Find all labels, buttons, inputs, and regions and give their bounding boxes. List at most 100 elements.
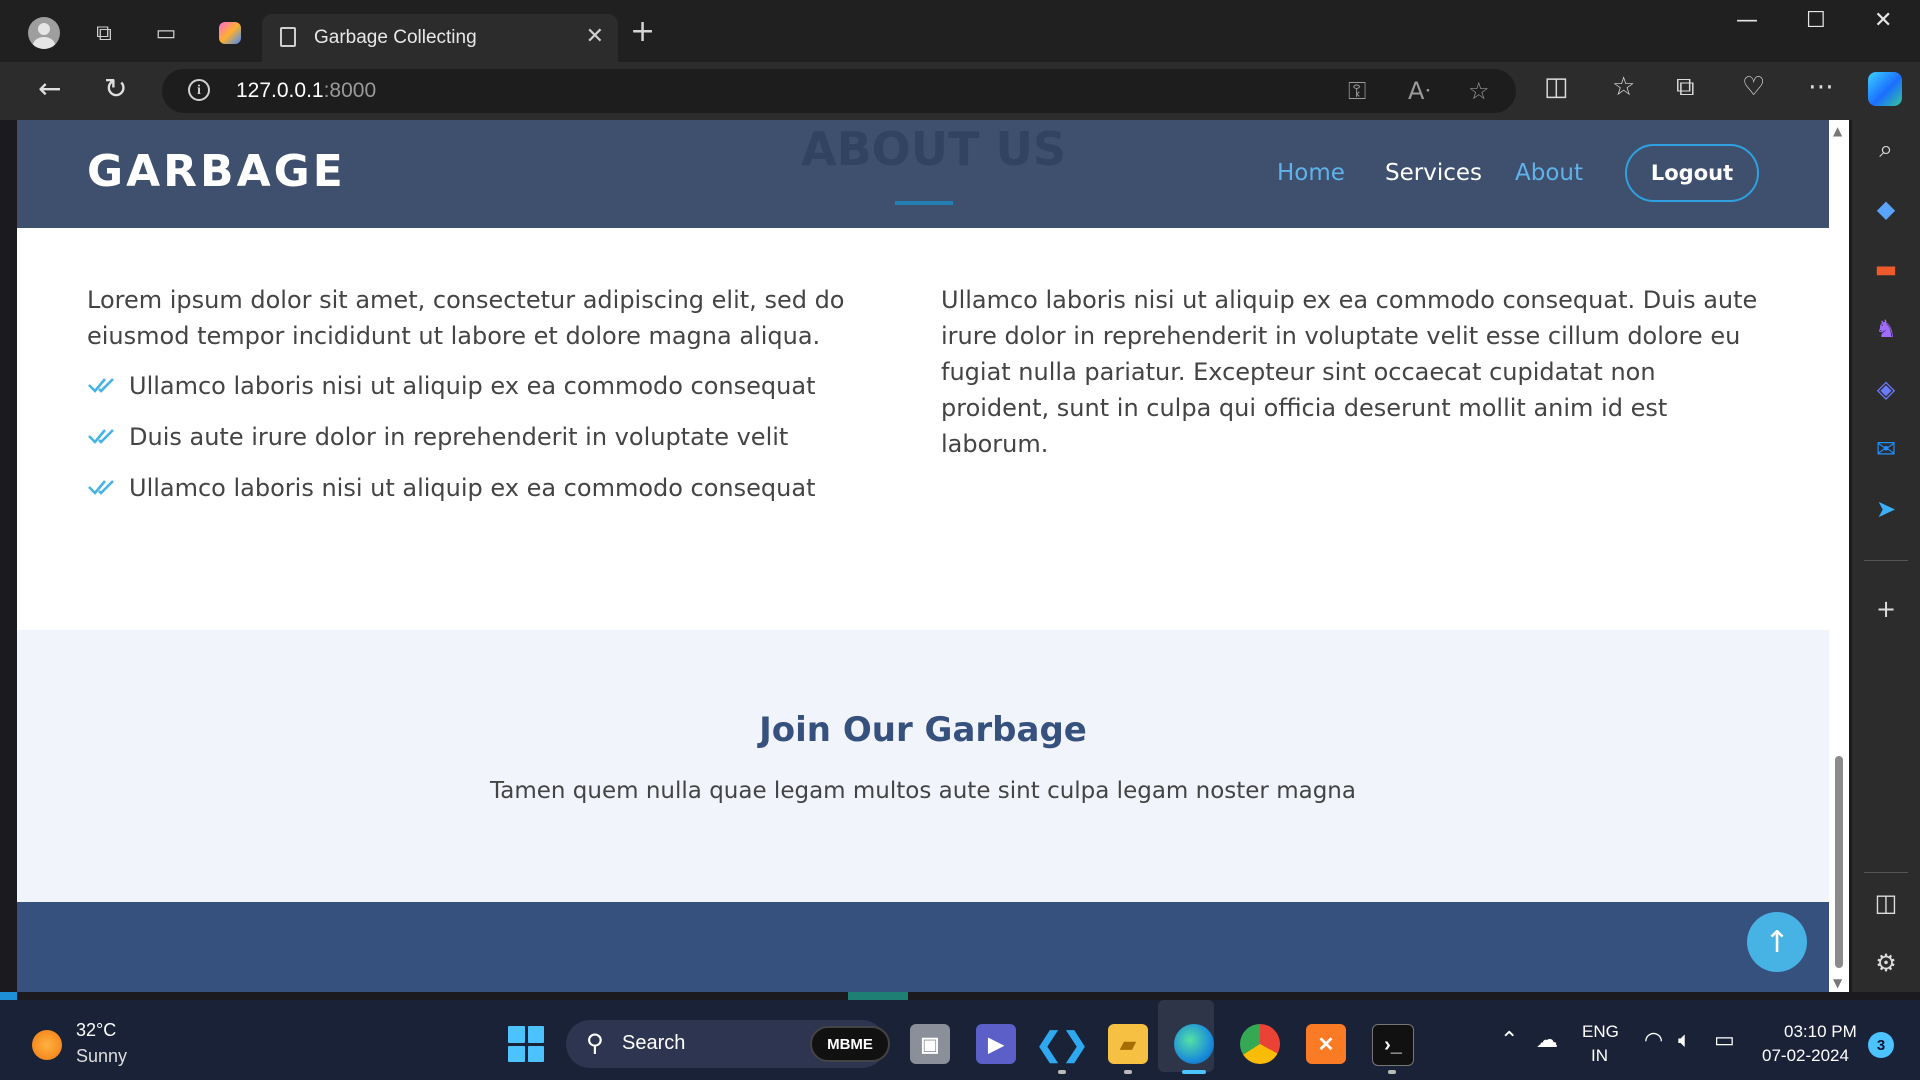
copilot-icon[interactable] bbox=[210, 13, 250, 53]
add-icon[interactable]: + bbox=[1869, 592, 1903, 626]
search-icon[interactable]: ⌕ bbox=[1869, 132, 1903, 166]
list-item-text: Ullamco laboris nisi ut aliquip ex ea co… bbox=[129, 474, 816, 502]
favorites-icon[interactable]: ☆ bbox=[1612, 72, 1635, 102]
battery-icon[interactable]: ▭ bbox=[1714, 1028, 1735, 1053]
outlook-icon[interactable]: ✉ bbox=[1869, 432, 1903, 466]
vertical-tabs-icon[interactable]: ▭ bbox=[146, 13, 186, 53]
wifi-icon[interactable]: ◠ bbox=[1644, 1028, 1663, 1053]
file-explorer-icon[interactable]: ▰ bbox=[1108, 1024, 1148, 1064]
weather-condition[interactable]: Sunny bbox=[76, 1046, 127, 1067]
onedrive-icon[interactable]: ☁ bbox=[1536, 1028, 1558, 1053]
settings-icon[interactable]: ⚙ bbox=[1869, 946, 1903, 980]
url-port: :8000 bbox=[323, 79, 377, 102]
url-host: 127.0.0.1 bbox=[236, 79, 324, 102]
scroll-up-icon[interactable]: ▲ bbox=[1833, 124, 1842, 138]
toolbox-icon[interactable]: ▬ bbox=[1869, 252, 1903, 286]
check-list: Ullamco laboris nisi ut aliquip ex ea co… bbox=[87, 368, 917, 506]
browser-toolbar: ← ↻ i 127.0.0.1:8000 ⚿ Aᐧ ☆ ◫ ☆ ⧉ ♡ ⋯ bbox=[0, 62, 1920, 120]
browser-tab[interactable]: Garbage Collecting ✕ bbox=[262, 14, 618, 62]
arrow-up-icon: ↑ bbox=[1764, 924, 1790, 960]
start-button[interactable] bbox=[508, 1026, 544, 1062]
clock-time[interactable]: 03:10 PM bbox=[1784, 1022, 1857, 1042]
vscode-icon[interactable]: ❮❯ bbox=[1035, 1024, 1089, 1064]
new-tab-icon[interactable]: + bbox=[630, 14, 655, 49]
language-primary[interactable]: ENG bbox=[1582, 1022, 1619, 1042]
double-check-icon bbox=[88, 480, 114, 495]
site-header: GARBAGE ABOUT US Home Services About Log… bbox=[17, 120, 1829, 228]
app-running-indicator bbox=[1388, 1070, 1396, 1074]
edge-taskbar-slot[interactable] bbox=[1158, 1000, 1224, 1080]
refresh-icon[interactable]: ↻ bbox=[104, 72, 127, 105]
more-icon[interactable]: ⋯ bbox=[1808, 72, 1834, 102]
list-item: Duis aute irure dolor in reprehenderit i… bbox=[87, 419, 917, 455]
mbme-badge[interactable]: MBME bbox=[810, 1026, 890, 1062]
nav-home[interactable]: Home bbox=[1277, 160, 1345, 186]
back-icon[interactable]: ← bbox=[38, 72, 61, 105]
minimize-icon[interactable]: — bbox=[1736, 8, 1758, 33]
list-item: Ullamco laboris nisi ut aliquip ex ea co… bbox=[87, 368, 917, 404]
list-item-text: Duis aute irure dolor in reprehenderit i… bbox=[129, 423, 789, 451]
heading-underline bbox=[895, 201, 953, 205]
notification-badge[interactable]: 3 bbox=[1868, 1032, 1894, 1058]
nav-services[interactable]: Services bbox=[1385, 160, 1482, 186]
health-icon[interactable]: ♡ bbox=[1742, 72, 1765, 102]
volume-icon[interactable]: 🔈︎ bbox=[1678, 1028, 1691, 1053]
tag-icon[interactable]: ◆ bbox=[1869, 192, 1903, 226]
copilot-sidebar-icon[interactable] bbox=[1868, 72, 1902, 106]
close-icon[interactable]: ✕ bbox=[586, 24, 604, 49]
page-scrollbar[interactable]: ▲ ▼ bbox=[1829, 120, 1849, 992]
search-icon: ⚲ bbox=[586, 1029, 604, 1057]
site-logo[interactable]: GARBAGE bbox=[87, 146, 346, 197]
app-running-indicator bbox=[1124, 1070, 1132, 1074]
edge-sidebar: ⌕ ◆ ▬ ♞ ◈ ✉ ➤ + ◫ ⚙ bbox=[1852, 120, 1920, 992]
taskbar: 32°C Sunny ⚲ Search MBME ▣ ▶ ❮❯ ▰ ✕ ›_ ⌃… bbox=[0, 1000, 1920, 1080]
terminal-icon[interactable]: ›_ bbox=[1372, 1024, 1414, 1066]
key-icon[interactable]: ⚿ bbox=[1348, 77, 1366, 105]
task-view-icon[interactable]: ▣ bbox=[910, 1024, 950, 1064]
chrome-icon[interactable] bbox=[1240, 1024, 1280, 1064]
search-label: Search bbox=[622, 1032, 686, 1054]
weather-temperature[interactable]: 32°C bbox=[76, 1020, 116, 1041]
scroll-down-icon[interactable]: ▼ bbox=[1833, 976, 1842, 990]
list-item-text: Ullamco laboris nisi ut aliquip ex ea co… bbox=[129, 372, 816, 400]
logout-button[interactable]: Logout bbox=[1625, 144, 1759, 202]
tab-title: Garbage Collecting bbox=[314, 27, 477, 48]
split-screen-icon[interactable]: ◫ bbox=[1544, 72, 1569, 102]
nav-about[interactable]: About bbox=[1515, 160, 1583, 186]
collections-icon[interactable]: ⧉ bbox=[1676, 72, 1695, 103]
desktop-strip bbox=[0, 992, 17, 1000]
star-icon[interactable]: ☆ bbox=[1468, 77, 1490, 105]
clock-date[interactable]: 07-02-2024 bbox=[1762, 1046, 1849, 1066]
list-item: Ullamco laboris nisi ut aliquip ex ea co… bbox=[87, 470, 917, 506]
url-text[interactable]: 127.0.0.1:8000 bbox=[236, 79, 376, 103]
sidebar-divider bbox=[1864, 872, 1908, 873]
games-icon[interactable]: ♞ bbox=[1869, 312, 1903, 346]
title-bar: ⧉ ▭ Garbage Collecting ✕ + — ☐ ✕ bbox=[0, 0, 1920, 62]
chevron-up-icon[interactable]: ⌃ bbox=[1500, 1028, 1518, 1053]
window-close-icon[interactable]: ✕ bbox=[1874, 8, 1892, 33]
sidebar-toggle-icon[interactable]: ◫ bbox=[1869, 886, 1903, 920]
scrollbar-thumb[interactable] bbox=[1835, 756, 1843, 968]
send-icon[interactable]: ➤ bbox=[1869, 492, 1903, 526]
profile-button[interactable] bbox=[24, 13, 64, 53]
read-aloud-icon[interactable]: Aᐧ bbox=[1408, 77, 1431, 105]
address-bar[interactable]: i 127.0.0.1:8000 ⚿ Aᐧ ☆ bbox=[162, 69, 1516, 113]
maximize-icon[interactable]: ☐ bbox=[1806, 8, 1826, 33]
info-icon[interactable]: i bbox=[188, 79, 210, 101]
copilot-icon[interactable]: ◈ bbox=[1869, 372, 1903, 406]
about-right-column: Ullamco laboris nisi ut aliquip ex ea co… bbox=[941, 282, 1771, 462]
teams-icon[interactable]: ▶ bbox=[976, 1024, 1016, 1064]
about-intro: Lorem ipsum dolor sit amet, consectetur … bbox=[87, 286, 845, 350]
workspaces-icon[interactable]: ⧉ bbox=[84, 13, 124, 53]
language-secondary[interactable]: IN bbox=[1591, 1046, 1608, 1066]
site-footer bbox=[17, 902, 1829, 992]
join-section: Join Our Garbage Tamen quem nulla quae l… bbox=[17, 630, 1829, 902]
xampp-icon[interactable]: ✕ bbox=[1306, 1024, 1346, 1064]
active-app-indicator bbox=[1182, 1070, 1206, 1074]
join-title: Join Our Garbage bbox=[759, 710, 1087, 750]
page-viewport: GARBAGE ABOUT US Home Services About Log… bbox=[17, 120, 1829, 992]
join-subtitle: Tamen quem nulla quae legam multos aute … bbox=[490, 778, 1356, 804]
edge-icon bbox=[1174, 1024, 1214, 1064]
weather-sun-icon[interactable] bbox=[32, 1030, 62, 1060]
back-to-top-button[interactable]: ↑ bbox=[1747, 912, 1807, 972]
